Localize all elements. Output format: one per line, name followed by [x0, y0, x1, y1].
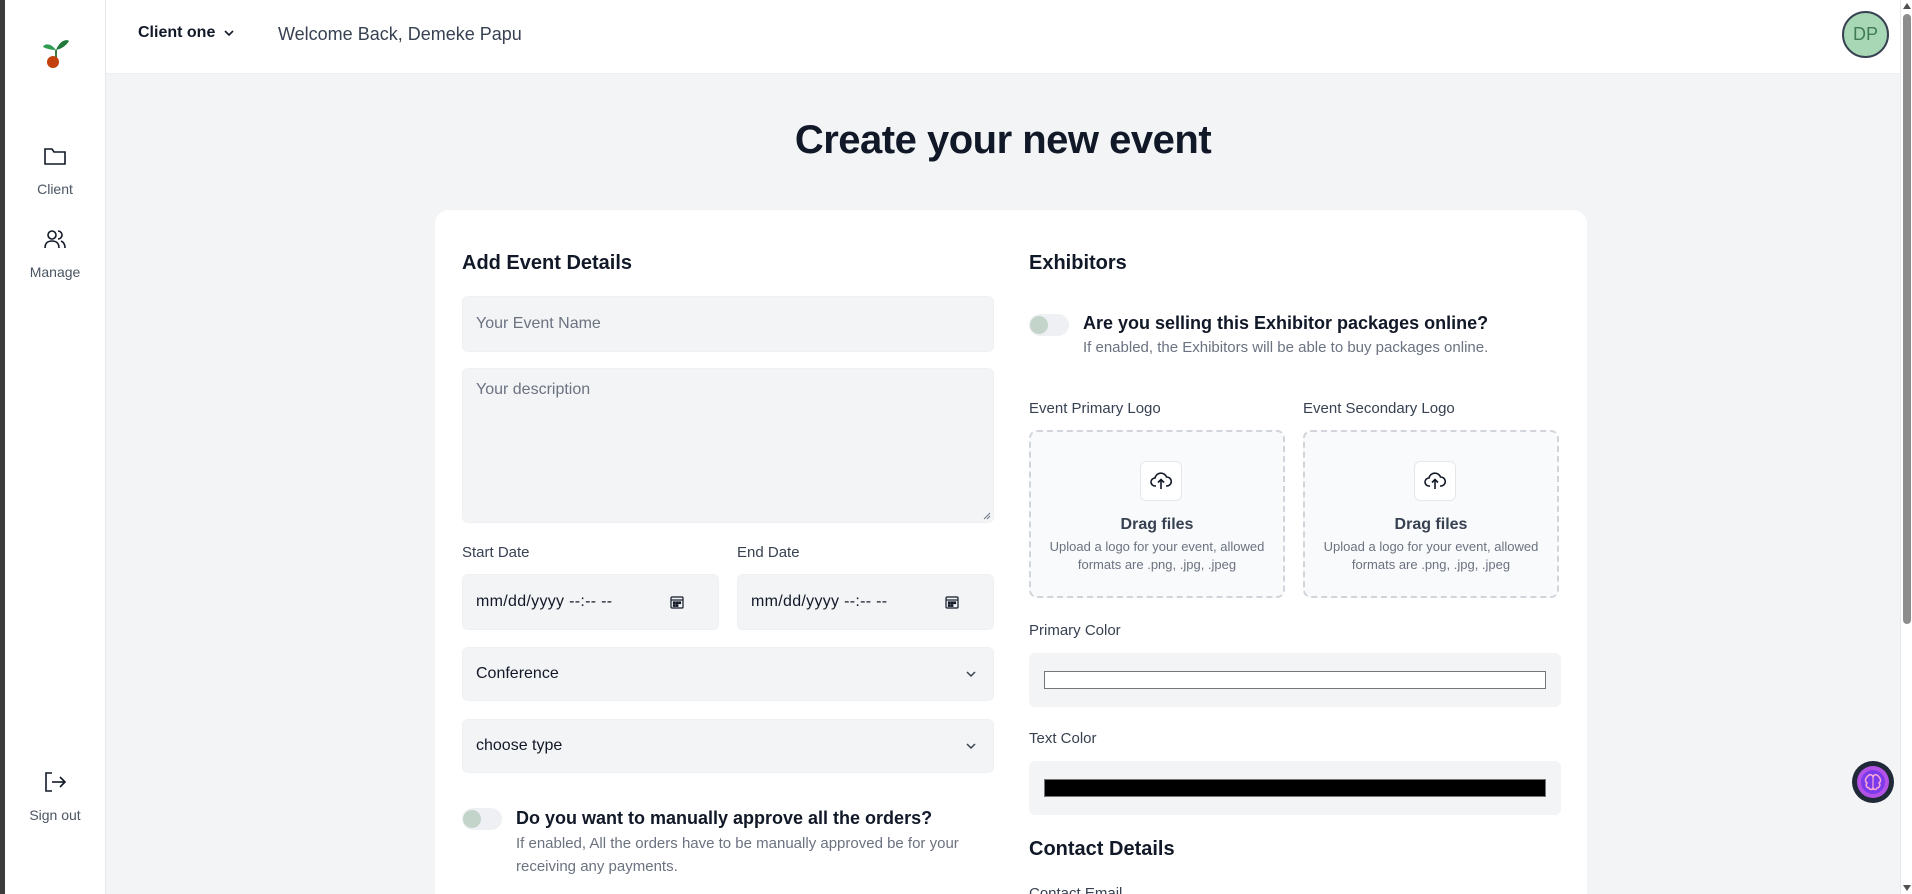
- sidebar-item-manage[interactable]: Manage: [5, 226, 105, 280]
- sign-out-icon: [42, 769, 68, 795]
- toggle-knob: [1030, 316, 1048, 334]
- upload-cloud-icon: [1140, 461, 1182, 501]
- dropzone-description: Upload a logo for your event, allowed fo…: [1049, 539, 1265, 572]
- event-name-placeholder: Your Event Name: [476, 315, 601, 332]
- primary-color-label: Primary Color: [1029, 622, 1121, 639]
- avatar[interactable]: DP: [1842, 11, 1889, 58]
- sidebar: Client Manage Sign out: [5, 0, 106, 894]
- exhibitor-selling-description: If enabled, the Exhibitors will be able …: [1083, 339, 1489, 356]
- chevron-down-icon: [966, 671, 976, 678]
- top-header: Client one Welcome Back, Demeke Papu DP: [106, 0, 1900, 74]
- brain-icon: [1857, 766, 1889, 798]
- sidebar-item-client[interactable]: Client: [5, 143, 105, 197]
- text-color-picker[interactable]: [1029, 761, 1561, 815]
- contact-email-label: Contact Email: [1029, 885, 1123, 894]
- manual-approve-toggle[interactable]: [462, 808, 502, 830]
- end-date-value: mm/dd/yyyy --:-- --: [751, 593, 888, 610]
- client-name: Client one: [138, 24, 216, 41]
- text-color-swatch: [1044, 779, 1546, 797]
- start-date-label: Start Date: [462, 544, 530, 561]
- contact-details-heading: Contact Details: [1029, 838, 1175, 860]
- end-date-input[interactable]: mm/dd/yyyy --:-- --: [737, 574, 994, 630]
- exhibitor-selling-title: Are you selling this Exhibitor packages …: [1083, 313, 1489, 333]
- manual-approve-description: If enabled, All the orders have to be ma…: [516, 835, 959, 875]
- description-textarea[interactable]: Your description: [462, 368, 994, 523]
- users-icon: [42, 226, 68, 252]
- end-date-label: End Date: [737, 544, 800, 561]
- manual-approve-title: Do you want to manually approve all the …: [516, 808, 933, 828]
- scrollbar-thumb[interactable]: [1903, 14, 1911, 624]
- sign-out-label: Sign out: [29, 807, 81, 823]
- primary-color-swatch: [1044, 671, 1546, 689]
- description-placeholder: Your description: [476, 381, 591, 398]
- page-title: Create your new event: [794, 118, 1212, 162]
- event-form-card: Add Event Details Your Event Name Your d…: [435, 210, 1587, 894]
- sidebar-item-label: Manage: [29, 264, 81, 280]
- category-select[interactable]: Conference: [462, 647, 994, 701]
- exhibitors-heading: Exhibitors: [1029, 252, 1127, 274]
- start-date-value: mm/dd/yyyy --:-- --: [476, 593, 613, 610]
- client-switcher[interactable]: Client one: [138, 24, 235, 42]
- chevron-down-icon: [966, 743, 976, 750]
- calendar-icon[interactable]: [670, 595, 684, 609]
- primary-logo-label: Event Primary Logo: [1029, 400, 1161, 417]
- assistant-brain-button[interactable]: [1852, 761, 1894, 803]
- secondary-logo-dropzone[interactable]: Drag files Upload a logo for your event,…: [1303, 430, 1559, 598]
- type-select[interactable]: choose type: [462, 719, 994, 773]
- chevron-down-icon: [224, 30, 234, 37]
- start-date-input[interactable]: mm/dd/yyyy --:-- --: [462, 574, 719, 630]
- scroll-up-arrow-icon[interactable]: [1903, 3, 1911, 9]
- text-color-label: Text Color: [1029, 730, 1097, 747]
- secondary-logo-label: Event Secondary Logo: [1303, 400, 1455, 417]
- primary-color-picker[interactable]: [1029, 653, 1561, 707]
- event-details-heading: Add Event Details: [462, 252, 633, 274]
- folder-icon: [42, 143, 68, 169]
- primary-logo-dropzone[interactable]: Drag files Upload a logo for your event,…: [1029, 430, 1285, 598]
- sidebar-item-label: Client: [37, 181, 73, 197]
- scroll-down-arrow-icon[interactable]: [1903, 885, 1911, 891]
- toggle-knob: [463, 810, 481, 828]
- type-value: choose type: [476, 737, 563, 754]
- page-scrollbar[interactable]: [1900, 0, 1912, 894]
- plant-logo-icon: [43, 40, 69, 68]
- dropzone-description: Upload a logo for your event, allowed fo…: [1323, 539, 1539, 572]
- dropzone-title: Drag files: [1394, 516, 1468, 533]
- welcome-message: Welcome Back, Demeke Papu: [278, 24, 522, 44]
- resize-handle-icon[interactable]: [983, 512, 991, 520]
- event-name-input[interactable]: Your Event Name: [462, 296, 994, 352]
- category-value: Conference: [476, 665, 559, 682]
- calendar-icon[interactable]: [945, 595, 959, 609]
- exhibitor-selling-toggle[interactable]: [1029, 314, 1069, 336]
- upload-cloud-icon: [1414, 461, 1456, 501]
- dropzone-title: Drag files: [1120, 516, 1194, 533]
- sign-out-button[interactable]: Sign out: [5, 769, 105, 823]
